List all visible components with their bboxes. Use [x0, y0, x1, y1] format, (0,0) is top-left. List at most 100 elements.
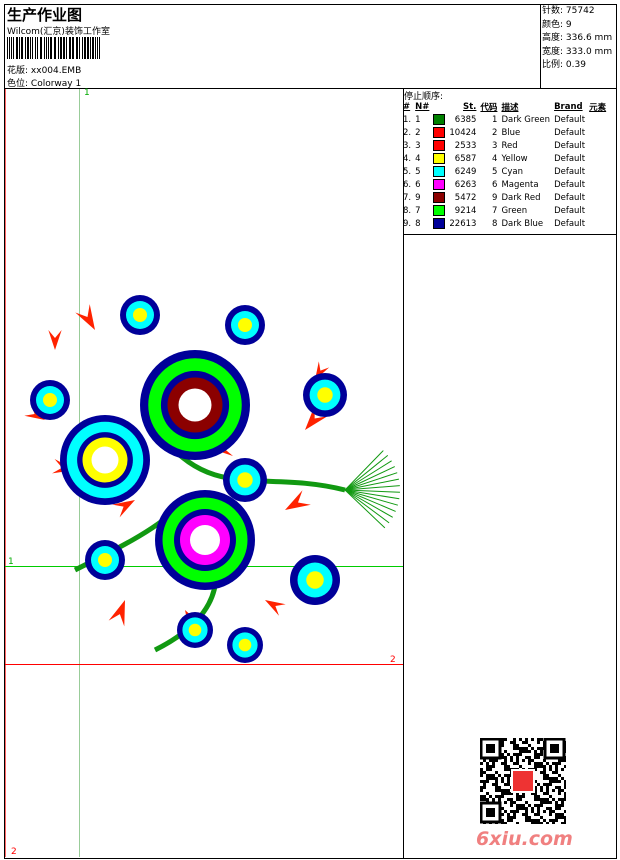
color-swatch	[433, 205, 446, 216]
row-description: Dark Green	[501, 114, 551, 125]
row-needle: 7	[415, 205, 421, 216]
watermark-logo: 6xiu.com	[476, 828, 573, 850]
table-row: 3. 3 2533 3 Red Default	[401, 139, 608, 152]
stat-colors: 颜色: 9	[542, 19, 572, 30]
stats-panel: 针数: 75742 颜色: 9 高度: 336.6 mm 宽度: 333.0 m…	[542, 5, 612, 73]
table-row: 2. 2 10424 2 Blue Default	[401, 126, 608, 139]
row-index: 6.	[403, 179, 412, 190]
barcode	[7, 37, 100, 59]
row-stitches: 5472	[454, 192, 477, 203]
guide-label-h1: 1	[8, 557, 14, 567]
stat-width: 宽度: 333.0 mm	[542, 46, 613, 57]
design-shape	[238, 638, 252, 652]
row-index: 1.	[403, 114, 412, 125]
guide-label-v2: 2	[11, 847, 17, 857]
guide-label-v1: 1	[84, 88, 90, 98]
row-needle: 9	[415, 192, 421, 203]
row-brand: Default	[554, 153, 586, 164]
row-code: 7	[492, 205, 498, 216]
row-stitches: 6587	[454, 153, 477, 164]
table-row: 5. 5 6249 5 Cyan Default	[401, 165, 608, 178]
color-swatch	[433, 192, 446, 203]
design-shape	[178, 388, 212, 422]
stat-height: 高度: 336.6 mm	[542, 33, 613, 43]
table-row: 6. 6 6263 6 Magenta Default	[401, 178, 608, 191]
design-shape	[306, 571, 324, 589]
design-shape	[285, 490, 311, 510]
row-needle: 4	[415, 153, 421, 164]
company-name: Wilcom(汇京)装饰工作室	[7, 27, 110, 37]
design-shape	[188, 623, 202, 637]
design-shape	[344, 489, 396, 512]
column-header: Brand	[554, 102, 583, 112]
color-swatch	[433, 166, 446, 177]
design-shape	[75, 304, 95, 330]
header-divider	[4, 88, 616, 89]
table-row: 4. 4 6587 4 Yellow Default	[401, 152, 608, 165]
design-shape	[108, 600, 125, 627]
row-stitches: 6249	[454, 166, 477, 177]
row-code: 8	[492, 218, 498, 229]
row-code: 6	[492, 179, 498, 190]
row-needle: 6	[415, 179, 421, 190]
table-row: 8. 7 9214 7 Green Default	[401, 204, 608, 217]
color-swatch	[433, 153, 446, 164]
stat-stitches: 针数: 75742	[542, 6, 595, 16]
row-description: Dark Red	[501, 192, 541, 203]
row-code: 2	[492, 127, 498, 138]
production-worksheet: 生产作业图 Wilcom(汇京)装饰工作室 花版: xx004.EMB 色位: …	[0, 0, 620, 860]
row-description: Yellow	[501, 153, 528, 164]
row-code: 4	[492, 153, 498, 164]
color-swatch	[433, 114, 446, 125]
design-shape	[43, 393, 57, 407]
column-header	[431, 101, 447, 113]
row-brand: Default	[554, 192, 586, 203]
row-brand: Default	[554, 218, 586, 229]
qr-code	[480, 738, 566, 824]
colorway-value: Colorway 1	[30, 79, 82, 89]
design-shape	[91, 446, 119, 474]
row-description: Magenta	[501, 179, 539, 190]
row-stitches: 10424	[449, 127, 477, 138]
table-row: 1. 1 6385 1 Dark Green Default	[401, 113, 608, 126]
table-row: 7. 9 5472 9 Dark Red Default	[401, 191, 608, 204]
color-swatch	[433, 218, 446, 229]
row-index: 7.	[403, 192, 412, 203]
row-description: Dark Blue	[501, 218, 544, 229]
row-description: Green	[501, 205, 528, 216]
row-needle: 5	[415, 166, 421, 177]
row-index: 4.	[403, 153, 412, 164]
colorway-label: 色位:	[7, 79, 29, 89]
column-header: N#	[415, 102, 430, 112]
row-description: Blue	[501, 127, 521, 138]
row-index: 9.	[403, 218, 412, 229]
stats-divider	[540, 4, 541, 88]
column-header: St.	[463, 102, 477, 112]
row-brand: Default	[554, 166, 586, 177]
color-swatch	[433, 140, 446, 151]
stat-scale: 比例: 0.39	[542, 60, 586, 70]
row-brand: Default	[554, 114, 586, 125]
color-table: # N# St. 代码 描述 Brand 元素 1. 1 6385 1 Dark Green Defa…	[401, 101, 608, 230]
row-code: 9	[492, 192, 498, 203]
row-stitches: 2533	[454, 140, 477, 151]
row-description: Red	[501, 140, 518, 151]
color-swatch	[433, 127, 446, 138]
page-title: 生产作业图	[7, 6, 83, 24]
design-shape	[344, 489, 390, 524]
row-index: 8.	[403, 205, 412, 216]
design-label: 花版:	[7, 66, 29, 76]
embroidery-design-preview	[24, 295, 400, 663]
table-divider	[403, 234, 616, 235]
design-shape	[133, 308, 147, 322]
row-code: 1	[492, 114, 498, 125]
column-header: 元素	[589, 103, 607, 113]
table-row: 9. 8 22613 8 Dark Blue Default	[401, 217, 608, 230]
column-header: 描述	[501, 103, 519, 113]
row-stitches: 6263	[454, 179, 477, 190]
row-brand: Default	[554, 127, 586, 138]
row-stitches: 22613	[449, 218, 477, 229]
guide-vertical-2	[5, 89, 6, 857]
row-description: Cyan	[501, 166, 523, 177]
row-stitches: 6385	[454, 114, 477, 125]
